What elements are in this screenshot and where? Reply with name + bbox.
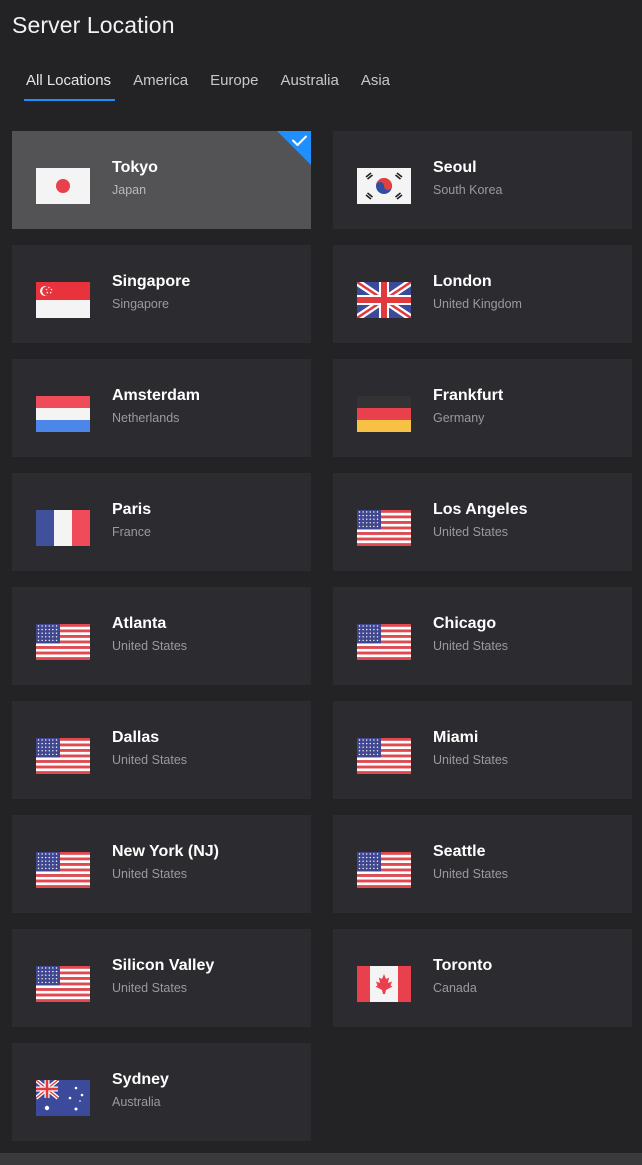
selected-check-icon xyxy=(277,131,311,165)
location-card-miami[interactable]: Miami United States xyxy=(333,701,632,799)
location-city: London xyxy=(433,273,492,290)
location-city: Silicon Valley xyxy=(112,957,215,974)
location-country: Japan xyxy=(112,183,147,197)
location-city: Chicago xyxy=(433,615,497,632)
usa-flag-icon xyxy=(357,738,411,774)
location-country: France xyxy=(112,525,151,539)
location-city: Frankfurt xyxy=(433,387,504,404)
location-city: Los Angeles xyxy=(433,501,528,518)
location-card-singapore[interactable]: Singapore Singapore xyxy=(12,245,311,343)
usa-flag-icon xyxy=(36,738,90,774)
singapore-flag-icon xyxy=(36,282,90,318)
usa-flag-icon xyxy=(357,510,411,546)
usa-flag-icon xyxy=(36,624,90,660)
bottom-bar xyxy=(0,1153,642,1165)
location-city: Sydney xyxy=(112,1071,169,1088)
location-country: United Kingdom xyxy=(433,297,522,311)
location-country: Canada xyxy=(433,981,477,995)
south-korea-flag-icon xyxy=(357,168,411,204)
location-card-paris[interactable]: Paris France xyxy=(12,473,311,571)
germany-flag-icon xyxy=(357,396,411,432)
location-city: Seoul xyxy=(433,159,477,176)
japan-flag-icon xyxy=(36,168,90,204)
location-card-london[interactable]: London United Kingdom xyxy=(333,245,632,343)
location-card-seoul[interactable]: Seoul South Korea xyxy=(333,131,632,229)
location-country: United States xyxy=(112,753,188,767)
location-city: Tokyo xyxy=(112,159,158,176)
uk-flag-icon xyxy=(357,282,411,318)
location-country: Netherlands xyxy=(112,411,180,425)
location-card-sydney[interactable]: Sydney Australia xyxy=(12,1043,311,1141)
france-flag-icon xyxy=(36,510,90,546)
location-card-chicago[interactable]: Chicago United States xyxy=(333,587,632,685)
location-country: United States xyxy=(433,525,509,539)
location-card-toronto[interactable]: Toronto Canada xyxy=(333,929,632,1027)
tab-asia[interactable]: Asia xyxy=(361,72,390,101)
location-city: New York (NJ) xyxy=(112,843,219,860)
location-city: Dallas xyxy=(112,729,160,746)
location-country: United States xyxy=(112,867,188,881)
location-card-seattle[interactable]: Seattle United States xyxy=(333,815,632,913)
location-country: United States xyxy=(433,753,509,767)
location-card-los-angeles[interactable]: Los Angeles United States xyxy=(333,473,632,571)
location-country: Germany xyxy=(433,411,485,425)
location-city: Singapore xyxy=(112,273,191,290)
location-country: United States xyxy=(112,639,188,653)
tab-all-locations[interactable]: All Locations xyxy=(23,72,116,101)
location-tabs: All Locations America Europe Australia A… xyxy=(23,72,412,102)
location-grid: Tokyo Japan Seoul South Korea Singapore Singa… xyxy=(12,131,632,1141)
location-card-atlanta[interactable]: Atlanta United States xyxy=(12,587,311,685)
location-city: Amsterdam xyxy=(112,387,201,404)
netherlands-flag-icon xyxy=(36,396,90,432)
tab-australia[interactable]: Australia xyxy=(280,72,338,101)
usa-flag-icon xyxy=(36,852,90,888)
location-country: Singapore xyxy=(112,297,169,311)
canada-flag-icon xyxy=(357,966,411,1002)
location-city: Seattle xyxy=(433,843,486,860)
tab-europe[interactable]: Europe xyxy=(210,72,258,101)
location-country: United States xyxy=(112,981,188,995)
location-card-frankfurt[interactable]: Frankfurt Germany xyxy=(333,359,632,457)
location-city: Miami xyxy=(433,729,479,746)
australia-flag-icon xyxy=(36,1080,90,1116)
location-city: Paris xyxy=(112,501,152,518)
location-city: Atlanta xyxy=(112,615,167,632)
location-country: United States xyxy=(433,867,509,881)
location-card-silicon-valley[interactable]: Silicon Valley United States xyxy=(12,929,311,1027)
location-card-new-york-nj[interactable]: New York (NJ) United States xyxy=(12,815,311,913)
location-country: United States xyxy=(433,639,509,653)
page-title: Server Location xyxy=(12,12,175,38)
usa-flag-icon xyxy=(357,852,411,888)
tab-america[interactable]: America xyxy=(133,72,188,101)
location-city: Toronto xyxy=(433,957,493,974)
location-country: South Korea xyxy=(433,183,503,197)
usa-flag-icon xyxy=(36,966,90,1002)
location-card-dallas[interactable]: Dallas United States xyxy=(12,701,311,799)
location-card-tokyo[interactable]: Tokyo Japan xyxy=(12,131,311,229)
usa-flag-icon xyxy=(357,624,411,660)
location-card-amsterdam[interactable]: Amsterdam Netherlands xyxy=(12,359,311,457)
location-country: Australia xyxy=(112,1095,161,1109)
